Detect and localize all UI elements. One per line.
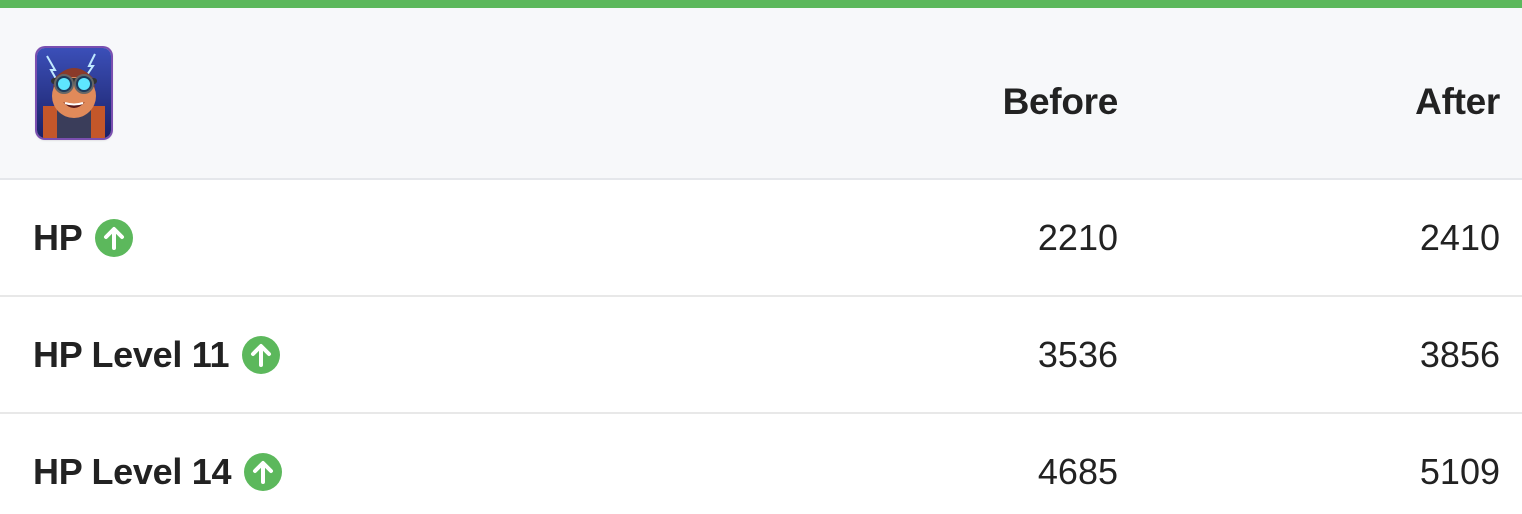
before-value: 4685 (1037, 450, 1118, 492)
table-row: HP Level 14 4685 5109 (0, 414, 1522, 514)
stat-label-cell: HP Level 11 (33, 297, 281, 412)
table-row: HP 2210 2410 (0, 180, 1522, 297)
stat-label: HP Level 14 (33, 450, 232, 492)
arrow-up-circle-icon (242, 335, 281, 374)
arrow-up-circle-icon (244, 452, 283, 491)
stat-label: HP (33, 216, 83, 258)
stat-label-cell: HP Level 14 (33, 414, 283, 514)
after-value: 3856 (1419, 333, 1500, 375)
arrow-up-circle-icon (95, 218, 134, 257)
stat-label-cell: HP (33, 180, 134, 295)
before-value: 2210 (1037, 216, 1118, 258)
after-column-header: After (1415, 81, 1500, 122)
stat-label: HP Level 11 (33, 333, 230, 375)
electro-giant-card-icon (37, 48, 111, 138)
table-row: HP Level 11 3536 3856 (0, 297, 1522, 414)
after-value: 5109 (1419, 450, 1500, 492)
stats-comparison-table: Before After HP 2210 2410 HP Level 11 35… (0, 0, 1522, 514)
before-value: 3536 (1037, 333, 1118, 375)
before-column-header: Before (1002, 81, 1119, 122)
after-value: 2410 (1419, 216, 1500, 258)
table-header: Before After (0, 8, 1522, 180)
